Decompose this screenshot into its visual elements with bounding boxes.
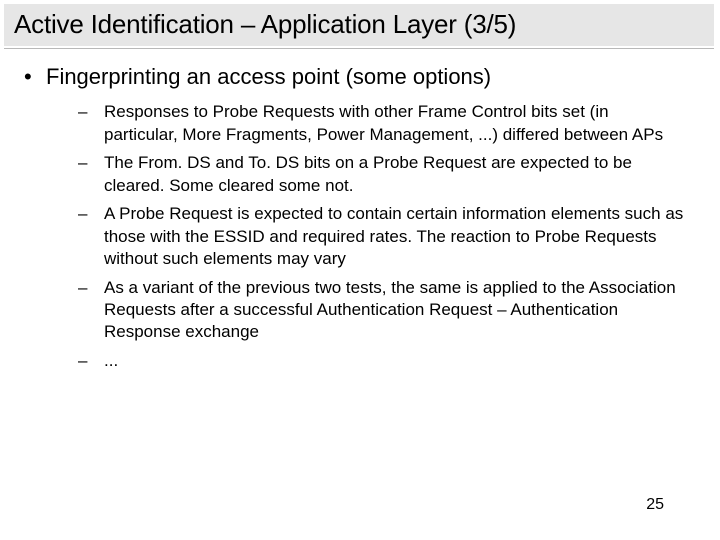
list-item: – The From. DS and To. DS bits on a Prob… [78,152,684,197]
bullet-icon: • [24,63,46,92]
list-item: – ... [78,350,684,372]
level1-text: Fingerprinting an access point (some opt… [46,63,491,92]
title-band: Active Identification – Application Laye… [4,4,714,46]
list-item: – Responses to Probe Requests with other… [78,101,684,146]
list-item-text: The From. DS and To. DS bits on a Probe … [104,152,684,197]
list-item-text: ... [104,350,684,372]
list-item-text: As a variant of the previous two tests, … [104,277,684,344]
page-number: 25 [646,496,664,514]
level1-bullet: • Fingerprinting an access point (some o… [24,63,694,92]
dash-icon: – [78,203,104,225]
dash-icon: – [78,101,104,123]
list-item: – As a variant of the previous two tests… [78,277,684,344]
list-item: – A Probe Request is expected to contain… [78,203,684,270]
list-item-text: A Probe Request is expected to contain c… [104,203,684,270]
dash-icon: – [78,152,104,174]
dash-icon: – [78,350,104,372]
list-item-text: Responses to Probe Requests with other F… [104,101,684,146]
slide-body: • Fingerprinting an access point (some o… [0,49,720,372]
dash-icon: – [78,277,104,299]
slide-title: Active Identification – Application Laye… [14,10,704,40]
slide: Active Identification – Application Laye… [0,4,720,540]
sub-bullet-list: – Responses to Probe Requests with other… [78,101,684,372]
